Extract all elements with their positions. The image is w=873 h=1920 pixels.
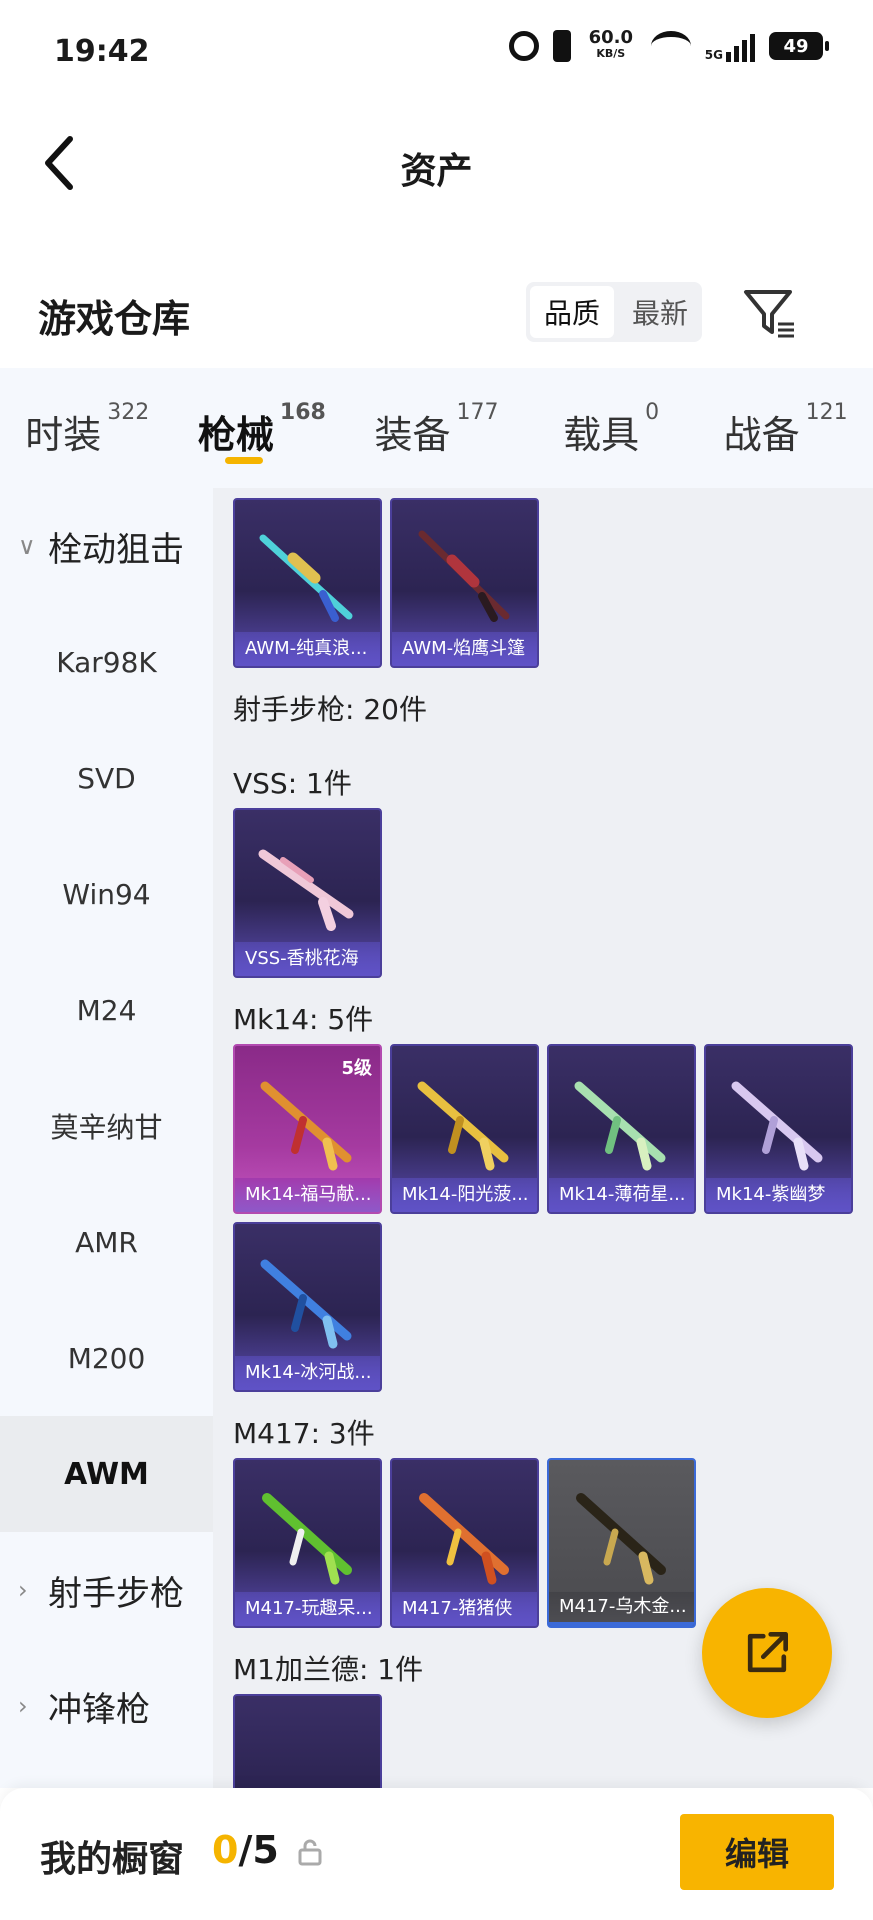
vss-grid: VSS-香桃花海 <box>233 808 863 978</box>
alarm-icon <box>508 31 539 61</box>
sidebar-item-mosin[interactable]: 莫辛纳甘 <box>0 1068 213 1184</box>
sniper-rifle-icon <box>418 530 510 622</box>
item-card[interactable]: 5级 Mk14-福马献... <box>233 1044 382 1214</box>
item-label: Mk14-阳光菠... <box>392 1178 537 1212</box>
tab-battle-gear[interactable]: 战备 121 <box>698 368 873 488</box>
share-icon <box>747 1632 788 1673</box>
item-card[interactable]: AWM-纯真浪... <box>233 498 382 668</box>
rifle-icon <box>419 1493 509 1585</box>
chevron-right-icon: › <box>18 1576 28 1604</box>
page-title: 资产 <box>400 151 473 192</box>
category-tabs: 时装 322 枪械 168 装备 177 载具 0 战备 121 <box>0 368 873 488</box>
tab-weapons[interactable]: 枪械 168 <box>175 368 350 488</box>
item-label: Mk14-福马献... <box>235 1178 380 1212</box>
sidebar-group-sniper[interactable]: ∨ 栓动狙击 <box>0 488 213 604</box>
item-card[interactable]: M417-猪猪侠 <box>390 1458 539 1628</box>
item-card[interactable]: VSS-香桃花海 <box>233 808 382 978</box>
page-header: 资产 <box>0 100 873 230</box>
wifi-icon <box>650 31 691 61</box>
item-card[interactable]: M417-玩趣呆... <box>233 1458 382 1628</box>
item-label: M417-猪猪侠 <box>392 1592 537 1626</box>
sidebar-item-m200[interactable]: M200 <box>0 1300 213 1416</box>
sidebar-group-marksman[interactable]: › 射手步枪 <box>0 1532 213 1648</box>
status-time: 19:42 <box>54 34 150 69</box>
section-header-mk14: Mk14: 5件 <box>233 1003 374 1036</box>
battery-icon: 49 <box>769 32 829 60</box>
sniper-rifle-icon <box>259 534 353 622</box>
item-card[interactable]: Mk14-紫幽梦 <box>704 1044 853 1214</box>
rifle-icon <box>576 1493 666 1585</box>
item-card[interactable]: Mk14-冰河战... <box>233 1222 382 1392</box>
vibrate-icon <box>552 30 571 62</box>
bottom-bar: 我的橱窗 0/5 编辑 <box>0 1788 873 1920</box>
tab-fashion[interactable]: 时装 322 <box>0 368 175 488</box>
warehouse-row: 游戏仓库 品质 最新 <box>0 270 873 360</box>
item-label: VSS-香桃花海 <box>235 942 380 976</box>
signal-icon: 5G <box>705 30 755 62</box>
sidebar-item-kar98k[interactable]: Kar98K <box>0 604 213 720</box>
rifle-icon <box>258 849 354 931</box>
item-card[interactable]: Mk14-阳光菠... <box>390 1044 539 1214</box>
item-card[interactable]: AWM-焰鹰斗篷 <box>390 498 539 668</box>
item-label: AWM-纯真浪... <box>235 632 380 666</box>
item-label: Mk14-冰河战... <box>235 1356 380 1390</box>
rifle-icon <box>417 1081 509 1171</box>
rifle-icon <box>260 1081 352 1171</box>
rifle-icon <box>262 1493 352 1585</box>
showcase-count: 0/5 <box>212 1828 279 1872</box>
lock-icon <box>298 1839 322 1866</box>
item-label: M417-乌木金... <box>549 1592 694 1626</box>
sidebar-item-m24[interactable]: M24 <box>0 952 213 1068</box>
chevron-right-icon: › <box>18 1692 28 1720</box>
item-label: Mk14-紫幽梦 <box>706 1178 851 1212</box>
section-header-vss: VSS: 1件 <box>233 767 352 800</box>
tab-equipment[interactable]: 装备 177 <box>349 368 524 488</box>
mk14-grid: 5级 Mk14-福马献... Mk14-阳光菠... Mk14-薄荷星... M… <box>233 1044 863 1392</box>
item-label: AWM-焰鹰斗篷 <box>392 632 537 666</box>
section-header-m417: M417: 3件 <box>233 1417 375 1450</box>
sidebar-group-smg[interactable]: › 冲锋枪 <box>0 1648 213 1764</box>
item-label: Mk14-薄荷星... <box>549 1178 694 1212</box>
network-speed: 60.0 KB/S <box>588 27 633 61</box>
sidebar-item-win94[interactable]: Win94 <box>0 836 213 952</box>
item-card[interactable]: M417-乌木金... <box>547 1458 696 1628</box>
status-icons: 60.0 KB/S 5G 49 <box>508 27 829 62</box>
chevron-down-icon: ∨ <box>18 532 36 560</box>
warehouse-title: 游戏仓库 <box>38 297 191 341</box>
item-card[interactable]: Mk14-薄荷星... <box>547 1044 696 1214</box>
sidebar-item-amr[interactable]: AMR <box>0 1184 213 1300</box>
rifle-icon <box>260 1259 352 1349</box>
share-fab[interactable] <box>702 1588 832 1718</box>
section-header-marksman: 射手步枪: 20件 <box>233 693 427 726</box>
edit-button[interactable]: 编辑 <box>680 1814 834 1890</box>
status-bar: 19:42 60.0 KB/S 5G 49 <box>0 0 873 100</box>
sort-latest[interactable]: 最新 <box>618 282 702 342</box>
filter-icon <box>744 290 794 338</box>
tab-vehicles[interactable]: 载具 0 <box>524 368 699 488</box>
item-card[interactable] <box>233 1694 382 1788</box>
sidebar-item-svd[interactable]: SVD <box>0 720 213 836</box>
item-label: M417-玩趣呆... <box>235 1592 380 1626</box>
filter-button[interactable] <box>740 284 800 344</box>
sort-quality[interactable]: 品质 <box>530 286 614 338</box>
sort-toggle: 品质 最新 <box>526 282 702 342</box>
rifle-icon <box>574 1081 666 1171</box>
rifle-icon <box>731 1081 823 1171</box>
sidebar: ∨ 栓动狙击 Kar98K SVD Win94 M24 莫辛纳甘 AMR M20… <box>0 488 213 1788</box>
awm-grid: AWM-纯真浪... AWM-焰鹰斗篷 <box>233 498 863 668</box>
sidebar-item-awm[interactable]: AWM <box>0 1416 213 1532</box>
showcase-label: 我的橱窗 <box>40 1839 185 1880</box>
